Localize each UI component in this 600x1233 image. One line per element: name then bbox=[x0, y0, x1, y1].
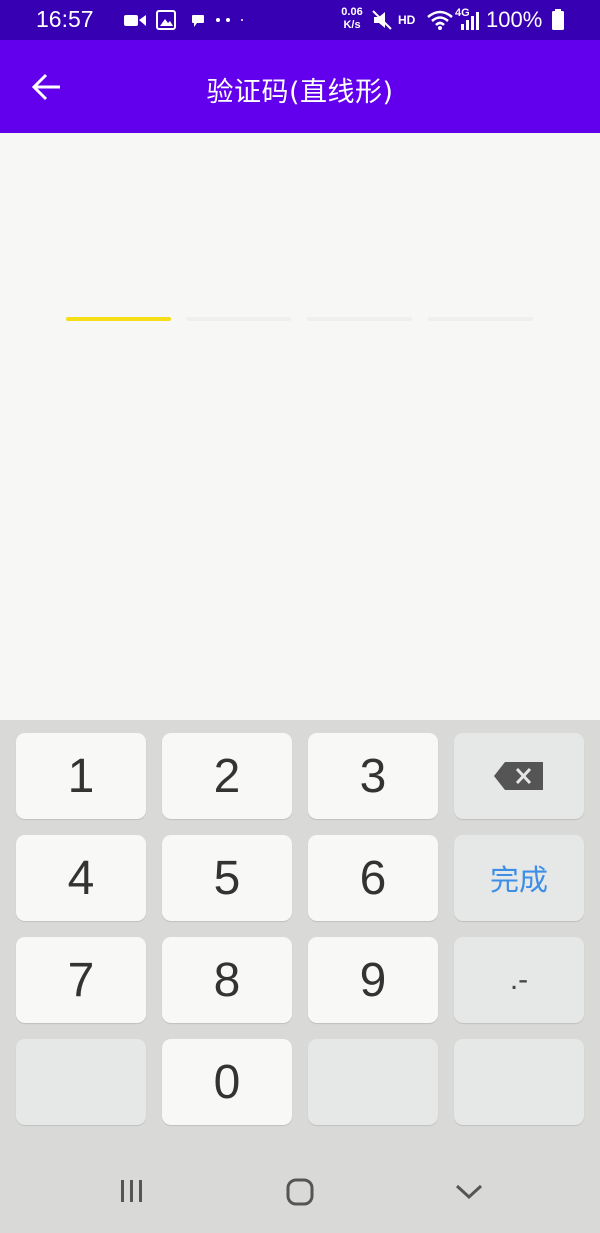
symbol-key[interactable]: .- bbox=[454, 937, 584, 1023]
code-slot-1[interactable] bbox=[66, 317, 171, 321]
key-6[interactable]: 6 bbox=[308, 835, 438, 921]
video-camera-icon bbox=[124, 15, 146, 26]
battery-percent: 100% bbox=[486, 7, 543, 32]
page-title: 验证码(直线形) bbox=[206, 77, 394, 108]
code-slot-4[interactable] bbox=[428, 317, 533, 321]
blank-key-middle bbox=[308, 1039, 438, 1125]
blank-key-right bbox=[454, 1039, 584, 1125]
more-notifications-icon bbox=[216, 18, 243, 22]
message-icon bbox=[192, 15, 204, 27]
code-input-area[interactable] bbox=[0, 133, 600, 720]
recents-icon bbox=[121, 1180, 142, 1202]
key-7[interactable]: 7 bbox=[16, 937, 146, 1023]
navigation-bar bbox=[0, 1150, 600, 1233]
key-3[interactable]: 3 bbox=[308, 733, 438, 819]
code-slot-3[interactable] bbox=[307, 317, 412, 321]
nav-back-button[interactable] bbox=[454, 1178, 484, 1208]
key-5[interactable]: 5 bbox=[162, 835, 292, 921]
net-speed: 0.06 K/s bbox=[341, 6, 363, 31]
status-time: 16:57 bbox=[36, 6, 94, 32]
app-bar: 验证码(直线形) bbox=[0, 40, 600, 133]
key-0[interactable]: 0 bbox=[162, 1039, 292, 1125]
blank-key-left bbox=[16, 1039, 146, 1125]
recents-button[interactable] bbox=[118, 1178, 146, 1208]
signal-icon bbox=[461, 12, 479, 30]
home-icon bbox=[286, 1178, 314, 1206]
backspace-icon bbox=[494, 762, 543, 790]
wifi-icon bbox=[427, 10, 453, 30]
battery-icon bbox=[552, 9, 564, 30]
code-slot-2[interactable] bbox=[186, 317, 291, 321]
hd-badge: HD bbox=[398, 13, 416, 27]
done-key[interactable]: 完成 bbox=[454, 835, 584, 921]
backspace-key[interactable] bbox=[454, 733, 584, 819]
key-2[interactable]: 2 bbox=[162, 733, 292, 819]
key-4[interactable]: 4 bbox=[16, 835, 146, 921]
key-8[interactable]: 8 bbox=[162, 937, 292, 1023]
gallery-icon bbox=[156, 10, 176, 30]
mute-icon bbox=[372, 10, 392, 30]
nav-back-icon bbox=[455, 1184, 483, 1200]
key-9[interactable]: 9 bbox=[308, 937, 438, 1023]
home-button[interactable] bbox=[285, 1178, 315, 1210]
key-1[interactable]: 1 bbox=[16, 733, 146, 819]
status-bar: 16:57 0.06 K/s HD 4G 100% bbox=[0, 0, 600, 40]
